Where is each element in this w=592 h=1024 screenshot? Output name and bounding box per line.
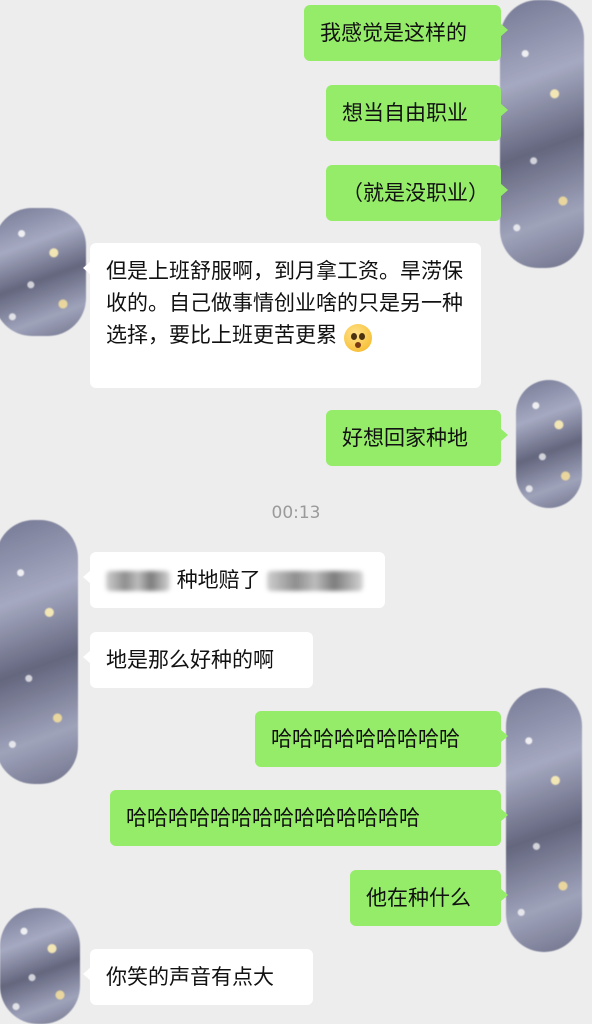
flushed-face-icon — [343, 324, 372, 352]
message-text: 哈哈哈哈哈哈哈哈哈哈哈哈哈哈 — [126, 806, 420, 830]
message-bubble-sent[interactable]: 我感觉是这样的 — [304, 5, 508, 61]
redacted-text — [106, 571, 170, 591]
my-avatar[interactable] — [516, 380, 582, 508]
message-text: 哈哈哈哈哈哈哈哈哈 — [271, 727, 460, 751]
message-bubble-sent[interactable]: 好想回家种地 — [326, 410, 508, 466]
contact-avatar[interactable] — [0, 208, 86, 336]
emoji-mouth — [354, 342, 361, 348]
emoji-eye — [358, 333, 365, 340]
message-text: 我感觉是这样的 — [320, 21, 467, 45]
message-bubble-received[interactable]: 种地赔了 — [83, 552, 385, 608]
message-text: 但是上班舒服啊，到月拿工资。旱涝保收的。自己做事情创业啥的只是另一种选择，要比上… — [106, 259, 463, 347]
message-text: 他在种什么 — [366, 886, 471, 910]
message-bubble-received[interactable]: 地是那么好种的啊 — [83, 632, 313, 688]
emoji-eye — [350, 333, 357, 340]
message-text: 你笑的声音有点大 — [106, 965, 274, 989]
message-text: 地是那么好种的啊 — [106, 648, 274, 672]
contact-avatar[interactable] — [0, 520, 78, 784]
message-text: 种地赔了 — [176, 568, 261, 592]
message-bubble-sent[interactable]: 哈哈哈哈哈哈哈哈哈哈哈哈哈哈 — [110, 790, 508, 846]
my-avatar[interactable] — [506, 688, 582, 952]
message-bubble-sent[interactable]: 他在种什么 — [350, 870, 508, 926]
message-text: 好想回家种地 — [342, 426, 468, 450]
message-bubble-sent[interactable]: 哈哈哈哈哈哈哈哈哈 — [255, 711, 508, 767]
redacted-text — [267, 571, 364, 591]
contact-avatar[interactable] — [0, 908, 80, 1024]
message-bubble-received[interactable]: 但是上班舒服啊，到月拿工资。旱涝保收的。自己做事情创业啥的只是另一种选择，要比上… — [83, 243, 481, 388]
message-text: （就是没职业） — [342, 181, 489, 205]
chat-view: 我感觉是这样的 想当自由职业 （就是没职业） 但是上班舒服啊，到月拿工资。旱涝保… — [0, 0, 592, 1024]
message-bubble-sent[interactable]: （就是没职业） — [326, 165, 508, 221]
message-text: 想当自由职业 — [342, 101, 468, 125]
my-avatar[interactable] — [500, 0, 584, 268]
message-bubble-received[interactable]: 你笑的声音有点大 — [83, 949, 313, 1005]
message-bubble-sent[interactable]: 想当自由职业 — [326, 85, 508, 141]
chat-timestamp: 00:13 — [271, 503, 321, 523]
